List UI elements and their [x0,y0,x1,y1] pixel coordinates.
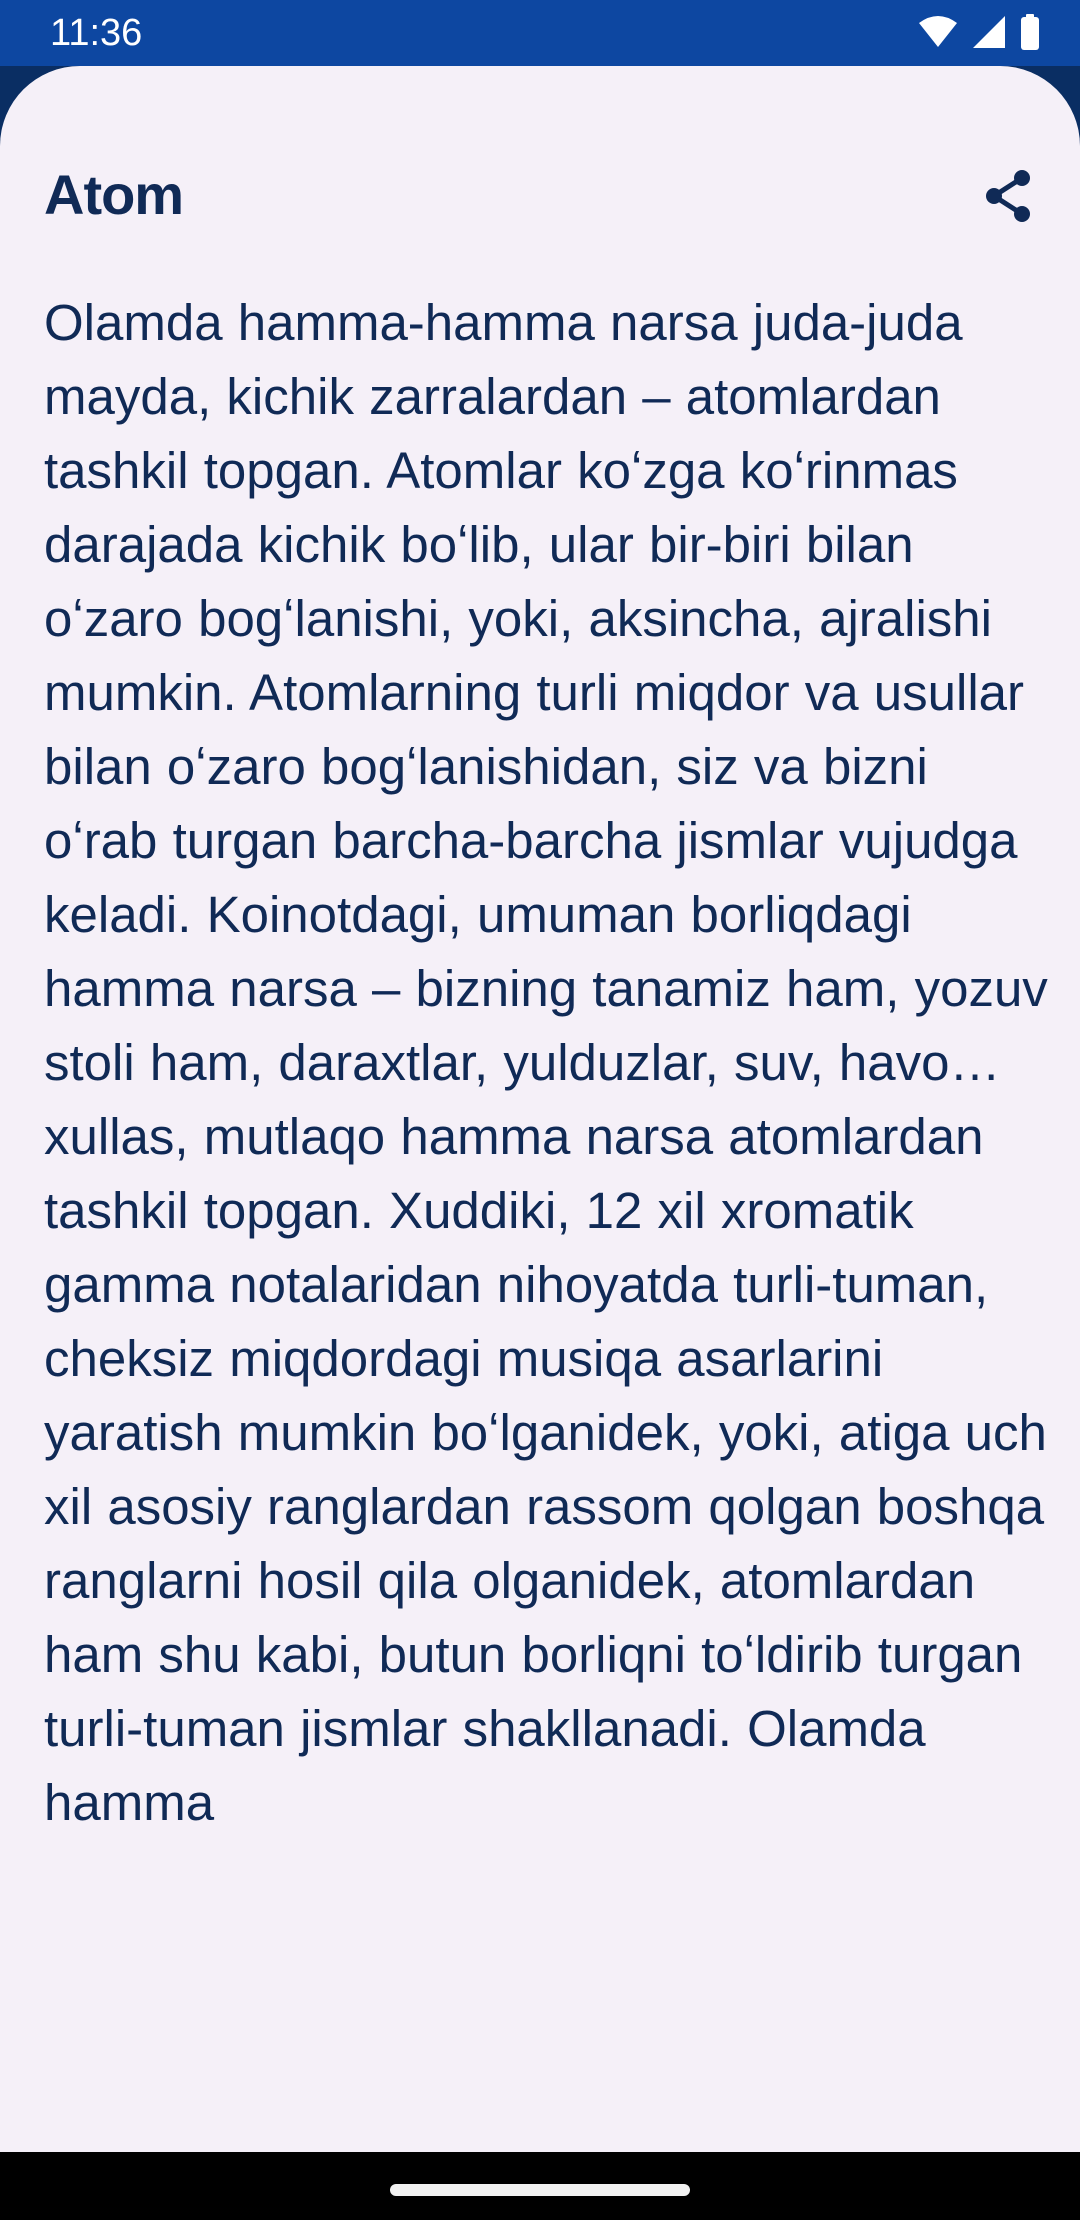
status-time: 11:36 [50,12,143,54]
share-button[interactable] [976,164,1040,228]
wifi-icon [919,16,957,47]
status-icons [918,14,1040,50]
article-body: Olamda hamma-hamma narsa juda-juda mayda… [44,294,1048,1831]
bottom-sheet: Atom Olamda hamma-hamma narsa juda-juda … [0,66,1080,2152]
home-gesture-handle[interactable] [390,2184,690,2196]
article-title: Atom [44,163,184,226]
share-icon [986,170,1030,222]
battery-icon [1021,14,1039,50]
status-bar: 11:36 [0,0,1080,66]
signal-icon [973,16,1005,48]
